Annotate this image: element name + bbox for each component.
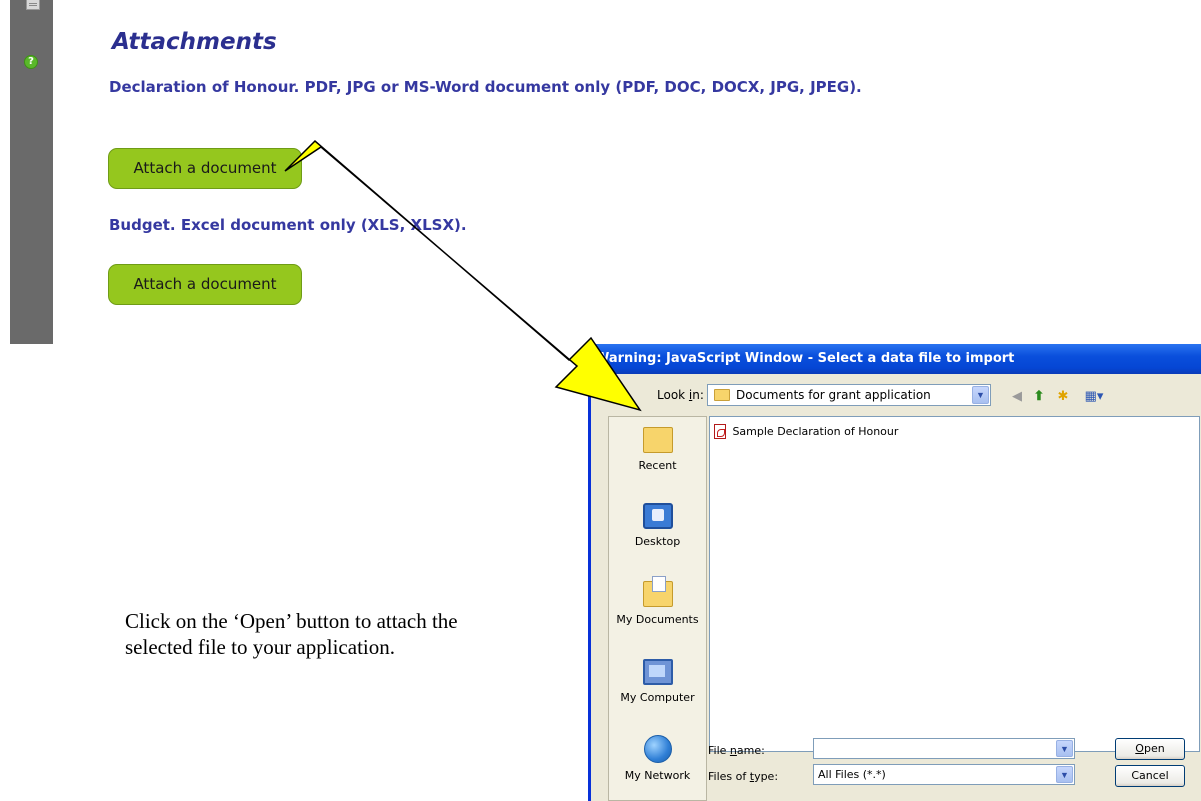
chevron-down-icon[interactable]: ▼ — [1056, 740, 1073, 757]
places-bar: Recent Desktop My Documents My Computer … — [608, 416, 707, 801]
place-my-documents[interactable]: My Documents — [609, 576, 706, 626]
place-my-network[interactable]: My Network — [609, 735, 706, 782]
back-icon[interactable]: ◀ — [1009, 388, 1025, 404]
my-documents-icon — [642, 576, 673, 607]
place-label: My Network — [624, 769, 691, 782]
help-icon[interactable]: ? — [24, 55, 38, 69]
up-folder-icon[interactable]: ⬆ — [1031, 388, 1047, 404]
my-computer-icon — [642, 659, 673, 685]
chevron-down-icon[interactable]: ▼ — [1056, 766, 1073, 783]
place-desktop[interactable]: Desktop — [609, 503, 706, 548]
side-toolbar: ? — [10, 0, 53, 344]
file-name: Sample Declaration of Honour — [732, 425, 899, 439]
file-name-label: File name: — [708, 744, 765, 757]
page-title: Attachments — [112, 29, 277, 55]
recent-folder-icon — [642, 427, 673, 453]
chevron-down-icon[interactable]: ▼ — [972, 386, 989, 404]
place-recent[interactable]: Recent — [609, 427, 706, 472]
look-in-value: Documents for grant application — [736, 388, 931, 402]
cancel-button[interactable]: Cancel — [1115, 765, 1185, 787]
place-label: My Computer — [620, 691, 695, 704]
place-label: My Documents — [616, 613, 699, 626]
views-menu-icon[interactable]: ▦▾ — [1081, 388, 1107, 404]
yellow-arrow-icon — [284, 139, 642, 412]
files-of-type-value: All Files (*.*) — [818, 768, 886, 781]
place-label: Desktop — [634, 535, 681, 548]
look-in-label: Look in: — [657, 388, 704, 402]
my-network-icon — [643, 735, 672, 763]
folder-icon — [714, 389, 730, 401]
place-my-computer[interactable]: My Computer — [609, 659, 706, 704]
desktop-icon — [642, 503, 673, 529]
budget-label: Budget. Excel document only (XLS, XLSX). — [109, 216, 467, 234]
new-folder-icon[interactable]: ✱ — [1055, 388, 1071, 404]
document-icon[interactable] — [26, 0, 40, 10]
instruction-text: Click on the ‘Open’ button to attach the… — [125, 609, 458, 659]
attach-declaration-button[interactable]: Attach a document — [108, 148, 302, 189]
dialog-title[interactable]: Warning: JavaScript Window - Select a da… — [591, 344, 1201, 374]
file-list[interactable]: Sample Declaration of Honour — [709, 416, 1200, 752]
look-in-dropdown[interactable]: Documents for grant application ▼ — [707, 384, 991, 406]
place-label: Recent — [638, 459, 677, 472]
file-dialog: Warning: JavaScript Window - Select a da… — [588, 344, 1201, 801]
files-of-type-label: Files of type: — [708, 770, 779, 783]
file-name-input[interactable]: ▼ — [813, 738, 1075, 759]
pdf-file-icon — [714, 424, 726, 440]
files-of-type-dropdown[interactable]: All Files (*.*) ▼ — [813, 764, 1075, 785]
open-button[interactable]: Open — [1115, 738, 1185, 760]
attach-budget-button[interactable]: Attach a document — [108, 264, 302, 305]
declaration-label: Declaration of Honour. PDF, JPG or MS-Wo… — [109, 78, 862, 96]
file-item[interactable]: Sample Declaration of Honour — [714, 423, 899, 440]
